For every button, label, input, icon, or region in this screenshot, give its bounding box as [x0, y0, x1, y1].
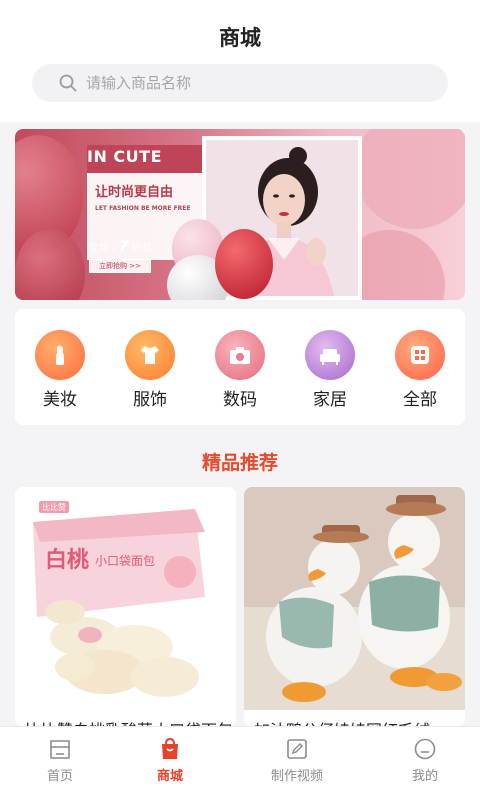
search-icon	[59, 74, 77, 92]
category-icon-bg	[395, 330, 445, 380]
product-card[interactable]: 比比赞 白桃 小口袋面包 比比赞白桃乳酸菜小口袋面包	[15, 487, 236, 727]
svg-text:小口袋面包: 小口袋面包	[95, 554, 155, 568]
banner-buy-button[interactable]: 立即抢购 >>	[89, 259, 151, 273]
banner-discount: 全场 / 7 折起	[89, 239, 152, 255]
section-title: 精品推荐	[201, 452, 278, 474]
tab-mall[interactable]: 商城	[110, 727, 230, 800]
balloon-red	[215, 229, 273, 299]
header: 商城	[0, 0, 480, 122]
category-icon-bg	[215, 330, 265, 380]
profile-icon	[414, 738, 436, 760]
svg-text:白桃: 白桃	[45, 547, 89, 573]
category-label: 家居	[313, 390, 347, 410]
svg-text:比比赞: 比比赞	[42, 502, 66, 512]
discount-suffix: 折起	[131, 243, 152, 254]
category-home[interactable]: 家居	[285, 309, 375, 425]
category-all[interactable]: 全部	[375, 309, 465, 425]
tab-label: 制作视频	[270, 769, 323, 784]
search-input[interactable]	[86, 64, 426, 102]
home-icon	[50, 740, 70, 759]
tab-profile[interactable]: 我的	[365, 727, 480, 800]
banner-slogan-en: LET FASHION BE MORE FREE	[95, 205, 191, 212]
category-digital[interactable]: 数码	[195, 309, 285, 425]
category-icon-bg	[125, 330, 175, 380]
tab-home[interactable]: 首页	[0, 727, 120, 800]
grid-icon	[411, 346, 429, 364]
circle-decoration	[355, 129, 465, 229]
page-title: 商城	[219, 26, 261, 50]
category-label: 数码	[223, 390, 257, 410]
category-icon-bg	[305, 330, 355, 380]
tab-label: 商城	[156, 769, 183, 784]
edit-icon	[287, 739, 307, 759]
bread-box-image: 比比赞 白桃 小口袋面包	[15, 487, 236, 710]
discount-prefix: 全场	[89, 243, 109, 254]
duck-plush-image	[244, 487, 465, 710]
lipstick-icon	[56, 345, 64, 365]
tab-label: 我的	[411, 769, 438, 784]
category-grid: 美妆 服饰 数码 家居 全部	[15, 309, 465, 425]
banner-brand: IN CUTE	[87, 147, 162, 166]
category-label: 美妆	[43, 390, 77, 410]
category-icon-bg	[35, 330, 85, 380]
category-label: 服饰	[133, 390, 167, 410]
product-card[interactable]: 加油鸭公仔娃娃网红毛绒	[244, 487, 465, 727]
banner-slogan: 让时尚更自由	[95, 185, 174, 200]
category-makeup[interactable]: 美妆	[15, 309, 105, 425]
tshirt-icon	[141, 346, 159, 364]
bottom-tab-bar: 首页 商城 制作视频 我的	[0, 726, 480, 800]
tab-label: 首页	[46, 769, 73, 784]
shopping-bag-icon	[162, 737, 178, 759]
category-label: 全部	[403, 390, 437, 410]
camera-icon	[230, 347, 250, 364]
tab-make-video[interactable]: 制作视频	[237, 727, 357, 800]
category-clothing[interactable]: 服饰	[105, 309, 195, 425]
discount-value: 7	[118, 239, 129, 255]
sofa-icon	[320, 349, 340, 365]
search-bar[interactable]	[32, 64, 448, 102]
promo-banner[interactable]: IN CUTE 让时尚更自由 LET FASHION BE MORE FREE …	[15, 129, 465, 300]
